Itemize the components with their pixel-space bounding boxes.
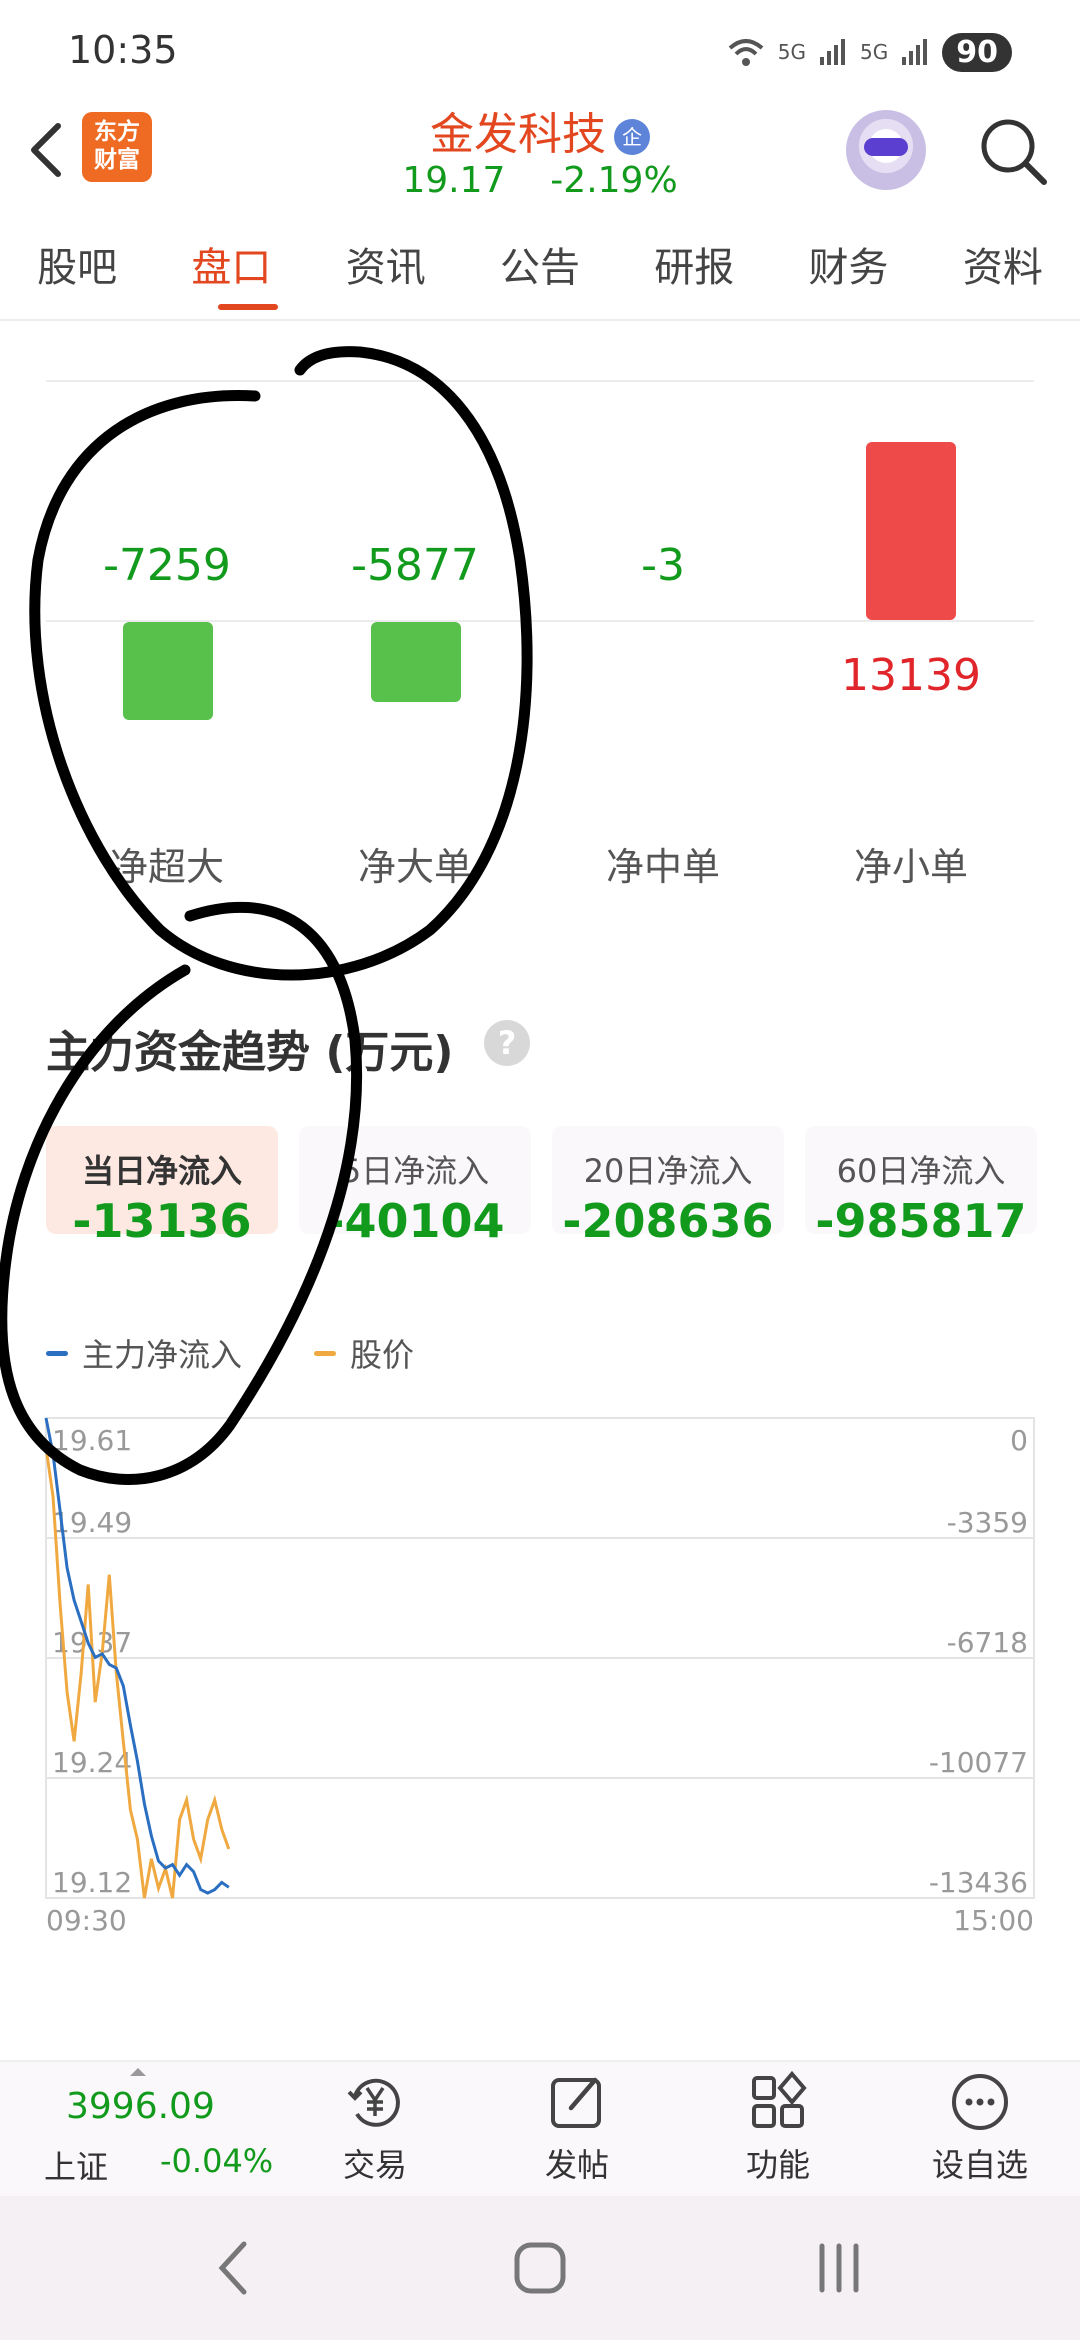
card-label: 60日净流入 xyxy=(836,1152,1006,1190)
legend-label: 股价 xyxy=(350,1336,415,1374)
x-end-label: 15:00 xyxy=(953,1904,1034,1937)
left-axis-tick: 19.61 xyxy=(52,1424,132,1457)
tab-news[interactable]: 资讯 xyxy=(309,215,463,319)
search-icon[interactable] xyxy=(976,114,1050,188)
grid-function-icon xyxy=(752,2070,807,2128)
nav-post-label: 发帖 xyxy=(544,2146,609,2184)
card-today-inflow[interactable]: 当日净流入 -13136 xyxy=(46,1126,278,1248)
robot-avatar-icon[interactable] xyxy=(846,110,926,190)
expand-up-icon[interactable] xyxy=(128,2066,148,2078)
net-small-bar xyxy=(866,442,956,620)
trend-title: 主力资金趋势 (万元) xyxy=(46,1027,454,1078)
legend-price: 股价 xyxy=(314,1330,414,1376)
active-tab-indicator xyxy=(218,304,278,310)
tab-guba[interactable]: 股吧 xyxy=(0,215,154,319)
status-icons: 5G 5G 90 xyxy=(726,30,1012,74)
net-super-large-bar xyxy=(123,622,213,720)
signal-icon xyxy=(820,39,846,65)
nav-trade-label: 交易 xyxy=(342,2146,407,2184)
tab-announcements[interactable]: 公告 xyxy=(463,215,617,319)
net-large-label: 净大单 xyxy=(357,845,472,889)
right-axis-tick: -3359 xyxy=(947,1506,1028,1539)
trade-yen-icon xyxy=(347,2078,400,2127)
net-medium-label: 净中单 xyxy=(605,845,720,889)
card-60day-inflow[interactable]: 60日净流入 -985817 xyxy=(805,1126,1037,1248)
index-name[interactable]: 上证 xyxy=(44,2142,108,2188)
card-5day-inflow[interactable]: 5日净流入 -40104 xyxy=(299,1126,531,1248)
index-value[interactable]: 3996.09 xyxy=(66,2086,215,2127)
nav-functions-label: 功能 xyxy=(745,2146,810,2184)
signal-label-2: 5G xyxy=(860,40,889,64)
right-axis-tick: -10077 xyxy=(929,1746,1028,1779)
help-icon[interactable]: ? xyxy=(484,1020,530,1066)
card-value: -985817 xyxy=(815,1194,1027,1248)
home-nav-icon[interactable] xyxy=(510,2238,570,2298)
flow-chart: 19.61 019.49 -335919.37 -671819.24 -1007719.… xyxy=(44,1417,1035,1937)
right-axis-tick: -13436 xyxy=(929,1866,1028,1899)
tab-finance[interactable]: 财务 xyxy=(771,215,925,319)
card-value: -13136 xyxy=(72,1194,252,1248)
tab-bar: 股吧 盘口 资讯 公告 研报 财务 资料 xyxy=(0,215,1080,319)
right-axis-tick: -6718 xyxy=(947,1626,1028,1659)
more-dots-icon xyxy=(952,2074,1008,2130)
nav-post[interactable]: 发帖 xyxy=(497,2070,657,2186)
card-label: 当日净流入 xyxy=(81,1152,242,1190)
legend-label: 主力净流入 xyxy=(82,1336,243,1374)
tab-profile[interactable]: 资料 xyxy=(926,215,1080,319)
right-axis-tick: 0 xyxy=(1010,1424,1028,1457)
nav-trade[interactable]: 交易 xyxy=(295,2070,455,2186)
card-20day-inflow[interactable]: 20日净流入 -208636 xyxy=(552,1126,784,1248)
stock-price: 19.17 xyxy=(402,160,506,201)
tab-research[interactable]: 研报 xyxy=(617,215,771,319)
stock-name: 金发科技 xyxy=(430,109,606,160)
stock-change-pct: -2.19% xyxy=(550,160,678,201)
net-small-label: 净小单 xyxy=(853,845,968,889)
header-divider xyxy=(0,319,1080,321)
battery-indicator: 90 xyxy=(942,32,1012,72)
legend-swatch xyxy=(314,1350,336,1356)
net-super-large-label: 净超大 xyxy=(109,845,224,889)
edit-post-icon xyxy=(551,2077,601,2128)
bars-top-line xyxy=(46,380,1034,382)
enterprise-badge: 企 xyxy=(614,119,650,155)
net-super-large-value: -7259 xyxy=(103,540,231,591)
index-change[interactable]: -0.04% xyxy=(160,2142,273,2180)
net-large-bar xyxy=(371,622,461,702)
card-value: -208636 xyxy=(562,1194,774,1248)
recent-apps-icon[interactable] xyxy=(814,2238,864,2298)
nav-add-watchlist-label: 设自选 xyxy=(931,2146,1028,2184)
card-label: 5日净流入 xyxy=(340,1152,490,1190)
wifi-icon xyxy=(728,39,764,66)
signal-icon xyxy=(902,39,928,65)
card-label: 20日净流入 xyxy=(583,1152,753,1190)
card-value: -40104 xyxy=(325,1194,505,1248)
legend-main-inflow: 主力净流入 xyxy=(46,1330,242,1376)
x-start-label: 09:30 xyxy=(46,1904,127,1937)
left-axis-tick: 19.12 xyxy=(52,1866,132,1899)
legend-swatch xyxy=(46,1350,68,1356)
net-small-value: 13139 xyxy=(841,650,981,701)
signal-label-1: 5G xyxy=(777,40,807,64)
left-axis-tick: 19.24 xyxy=(52,1746,132,1779)
nav-functions[interactable]: 功能 xyxy=(698,2070,858,2186)
status-time: 10:35 xyxy=(68,28,178,72)
net-large-value: -5877 xyxy=(351,540,479,591)
back-nav-icon[interactable] xyxy=(214,2238,254,2298)
net-medium-value: -3 xyxy=(641,540,685,591)
nav-add-watchlist[interactable]: 设自选 xyxy=(900,2070,1060,2186)
